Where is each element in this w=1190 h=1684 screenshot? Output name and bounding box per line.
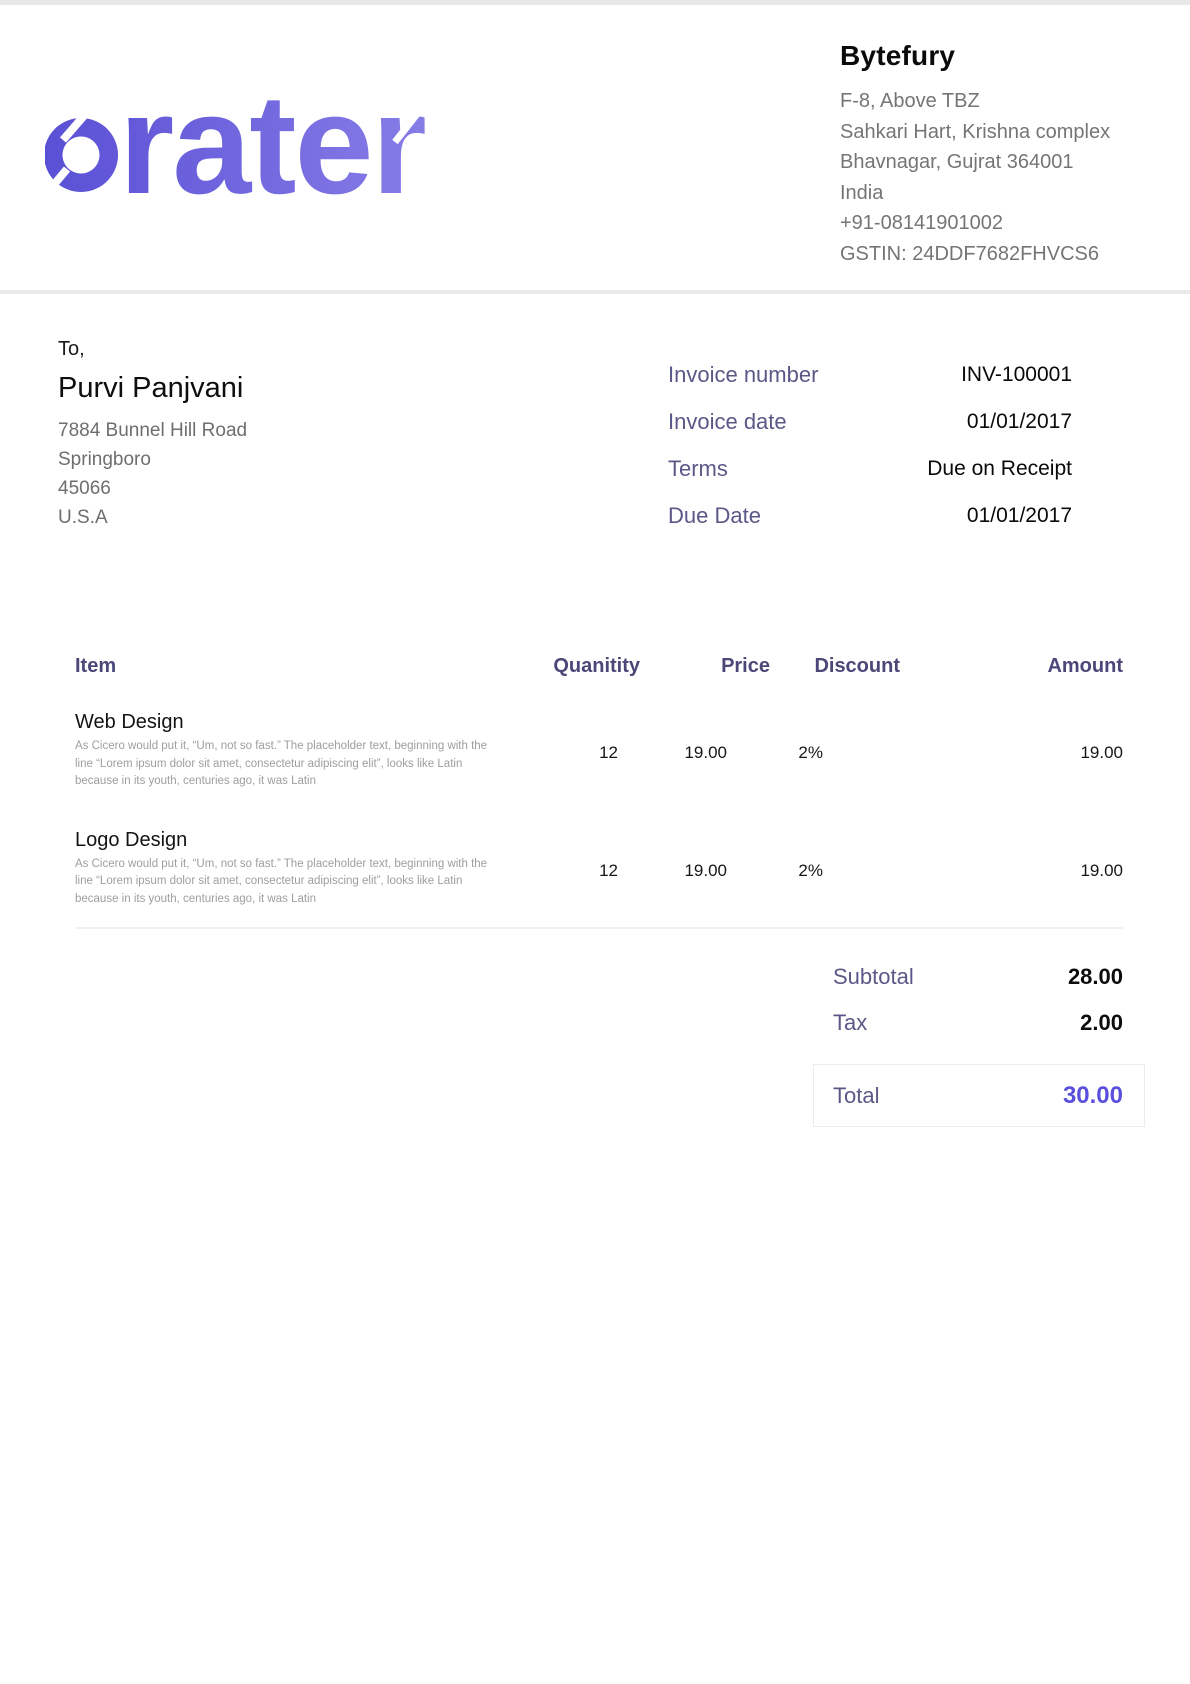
col-header-price: Price	[640, 655, 770, 678]
item-price: 19.00	[640, 828, 770, 909]
bill-to-block: To, Purvi Panjvani 7884 Bunnel Hill Road…	[58, 336, 478, 532]
crater-logo: rater	[45, 84, 455, 196]
total-label: Total	[833, 1083, 879, 1109]
due-date-label: Due Date	[668, 503, 761, 529]
item-amount: 19.00	[900, 710, 1123, 791]
bill-to-address-line: 7884 Bunnel Hill Road	[58, 416, 478, 445]
item-description: As Cicero would put it, “Um, not so fast…	[75, 738, 490, 791]
invoice-date-row: Invoice date 01/01/2017	[668, 398, 1072, 445]
item-amount: 19.00	[900, 828, 1123, 909]
invoice-meta: Invoice number INV-100001 Invoice date 0…	[668, 351, 1072, 539]
company-address-line: India	[840, 178, 1170, 209]
col-header-amount: Amount	[900, 655, 1123, 678]
logo-wordmark: rater	[119, 84, 425, 196]
item-cell: Web Design As Cicero would put it, “Um, …	[75, 710, 490, 791]
top-strip	[0, 0, 1190, 5]
subtotal-value: 28.00	[1068, 964, 1123, 990]
subtotal-label: Subtotal	[833, 964, 914, 990]
company-phone: +91-08141901002	[840, 208, 1170, 239]
item-quantity: 12	[490, 828, 640, 909]
terms-label: Terms	[668, 456, 728, 482]
terms-row: Terms Due on Receipt	[668, 445, 1072, 492]
invoice-page: rater Bytefury F-8, Above TBZ Sahkari Ha…	[0, 0, 1190, 1684]
total-box: Total 30.00	[813, 1064, 1145, 1127]
item-discount: 2%	[770, 710, 900, 791]
bill-to-address-line: Springboro	[58, 445, 478, 474]
tax-value: 2.00	[1080, 1010, 1123, 1036]
subtotal-row: Subtotal 28.00	[813, 954, 1145, 1000]
invoice-date-label: Invoice date	[668, 409, 787, 435]
table-row: Logo Design As Cicero would put it, “Um,…	[75, 828, 1123, 909]
item-name: Web Design	[75, 710, 490, 734]
bill-to-address-line: 45066	[58, 474, 478, 503]
invoice-number-label: Invoice number	[668, 362, 818, 388]
company-address-line: Sahkari Hart, Krishna complex	[840, 117, 1170, 148]
due-date-row: Due Date 01/01/2017	[668, 492, 1072, 539]
totals-block: Subtotal 28.00 Tax 2.00 Total 30.00	[813, 954, 1145, 1127]
company-address-line: F-8, Above TBZ	[840, 86, 1170, 117]
item-price: 19.00	[640, 710, 770, 791]
header-divider	[0, 290, 1190, 294]
item-discount: 2%	[770, 828, 900, 909]
invoice-number-row: Invoice number INV-100001	[668, 351, 1072, 398]
total-value: 30.00	[1063, 1082, 1123, 1110]
item-name: Logo Design	[75, 828, 490, 852]
bill-to-label: To,	[58, 336, 478, 362]
item-cell: Logo Design As Cicero would put it, “Um,…	[75, 828, 490, 909]
table-row: Web Design As Cicero would put it, “Um, …	[75, 710, 1123, 791]
terms-value: Due on Receipt	[927, 457, 1072, 481]
company-name: Bytefury	[840, 40, 1170, 72]
company-address-line: Bhavnagar, Gujrat 364001	[840, 147, 1170, 178]
items-table: Item Quanitity Price Discount Amount Web…	[75, 655, 1123, 929]
tax-label: Tax	[833, 1010, 867, 1036]
bill-to-name: Purvi Panjvani	[58, 370, 478, 406]
item-quantity: 12	[490, 710, 640, 791]
item-description: As Cicero would put it, “Um, not so fast…	[75, 856, 490, 909]
due-date-value: 01/01/2017	[967, 504, 1072, 528]
bill-to-address-line: U.S.A	[58, 503, 478, 532]
invoice-number-value: INV-100001	[961, 363, 1072, 387]
col-header-item: Item	[75, 655, 490, 678]
tax-row: Tax 2.00	[813, 1000, 1145, 1046]
col-header-discount: Discount	[770, 655, 900, 678]
table-bottom-divider	[75, 927, 1123, 929]
items-table-header: Item Quanitity Price Discount Amount	[75, 655, 1123, 678]
company-block: Bytefury F-8, Above TBZ Sahkari Hart, Kr…	[840, 40, 1170, 269]
col-header-quantity: Quanitity	[490, 655, 640, 678]
company-gstin: GSTIN: 24DDF7682FHVCS6	[840, 239, 1170, 270]
invoice-date-value: 01/01/2017	[967, 410, 1072, 434]
